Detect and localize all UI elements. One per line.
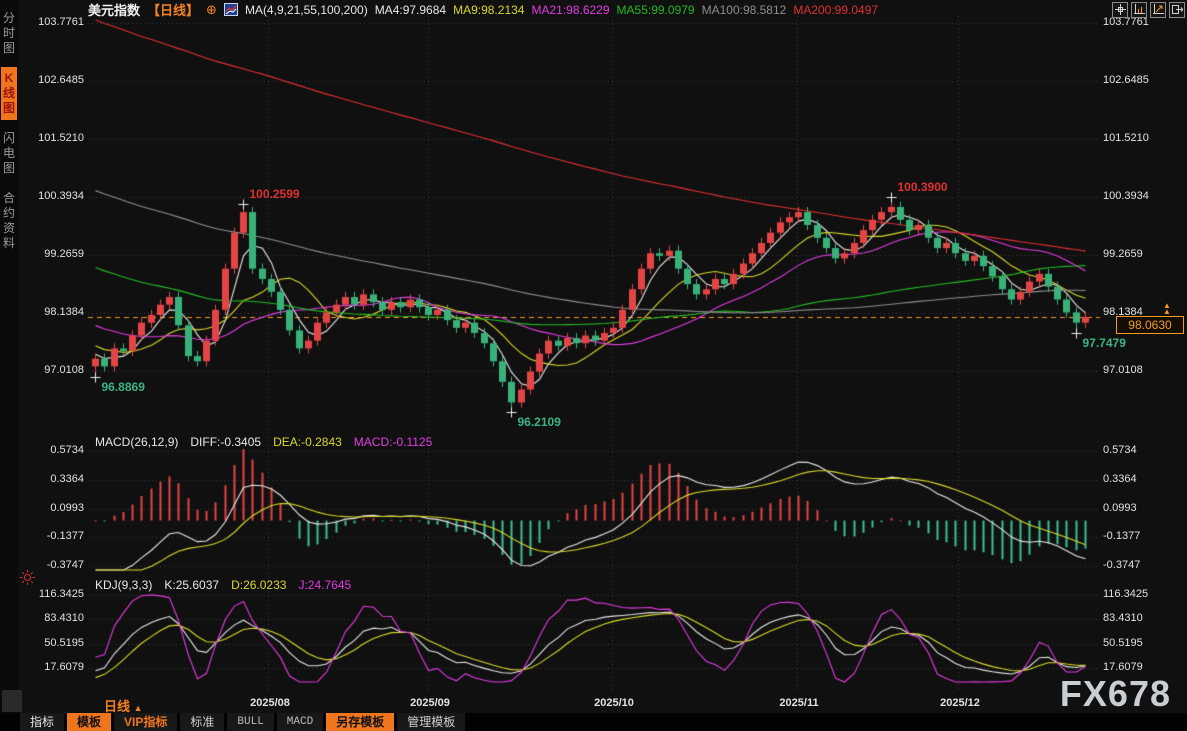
axis-tick-right: 50.5195 (1103, 636, 1143, 649)
last-price-tag: 98.0630 (1116, 316, 1184, 334)
tab-standard[interactable]: 标准 (180, 713, 225, 731)
ma9-value: MA9:98.2134 (453, 2, 525, 17)
tab-template[interactable]: 模板 (67, 713, 112, 731)
xaxis-date-label: 2025/08 (250, 697, 290, 709)
axis-tick-right: 100.3934 (1103, 190, 1149, 202)
ma21-value: MA21:98.6229 (531, 2, 610, 17)
sidebar-item-time-chart[interactable]: 分时图 (1, 7, 17, 60)
axis-tick-right: 0.5734 (1103, 444, 1137, 456)
axis-tick-right: 0.0993 (1103, 501, 1137, 514)
price-annotation: 96.2109 (517, 415, 561, 430)
bottom-tabbar: 指标 模板 VIP指标 标准 BULL MACD 另存模板 管理模板 (0, 713, 1187, 731)
left-sidebar: 分时图 K线图 闪电图 合约资料 (0, 0, 18, 731)
ma100-value: MA100:98.5812 (701, 2, 787, 17)
chart-canvas[interactable] (0, 0, 1187, 731)
axis-tick-left: 103.7761 (38, 16, 84, 28)
symbol-title: 美元指数 (88, 3, 141, 18)
toolbar (1112, 1, 1185, 18)
axis-tick-right: 83.4310 (1103, 612, 1143, 625)
axis-tick-left: 50.5195 (44, 636, 84, 649)
axis-tick-left: -0.1377 (46, 530, 84, 543)
axis-tick-left: 0.5734 (50, 444, 84, 456)
period-badge[interactable]: 【日线】 (147, 0, 199, 19)
axis-tick-left: 83.4310 (44, 612, 84, 625)
price-annotation: 96.8869 (101, 380, 145, 395)
ma-settings-label: MA(4,9,21,55,100,200) (244, 2, 368, 17)
axis-tick-left: 97.0108 (44, 364, 84, 376)
macd-dea-value: DEA:-0.2843 (273, 435, 342, 449)
xaxis-date-label: 2025/12 (940, 697, 980, 709)
tab-save-template[interactable]: 另存模板 (326, 713, 395, 731)
chart-header: 美元指数 【日线】 ⊕ MA(4,9,21,55,100,200) MA4:97… (88, 0, 1185, 19)
xaxis-date-label: 2025/11 (779, 697, 819, 709)
macd-header: MACD(26,12,9) DIFF:-0.3405 DEA:-0.2843 M… (95, 435, 432, 449)
price-annotation: 100.3900 (897, 180, 948, 195)
kdj-header: KDJ(9,3,3) K:25.6037 D:26.0233 J:24.7645 (95, 578, 351, 592)
crosshair-icon[interactable] (1112, 1, 1128, 18)
alert-icon[interactable] (20, 570, 35, 590)
macd-diff-value: DIFF:-0.3405 (190, 435, 262, 449)
axis-tick-right: -0.1377 (1103, 530, 1141, 543)
axis-tick-left: 101.5210 (38, 132, 84, 144)
axis-tick-right: 97.0108 (1103, 364, 1143, 376)
chart-application: 分时图 K线图 闪电图 合约资料 美元指数 【日线】 ⊕ MA(4,9,21,5… (0, 0, 1187, 731)
corner-button[interactable] (2, 690, 22, 712)
axis-tick-right: 99.2659 (1103, 248, 1143, 260)
axis-shift-icon[interactable] (1150, 1, 1166, 18)
tab-manage-template[interactable]: 管理模板 (397, 713, 466, 731)
axis-tick-left: 100.3934 (38, 190, 84, 202)
axis-tick-left: 99.2659 (44, 248, 84, 260)
mini-chart-icon[interactable] (223, 3, 238, 16)
xaxis-date-label: 2025/09 (410, 697, 450, 709)
tab-indicator[interactable]: 指标 (20, 713, 65, 731)
axis-tick-left: 102.6485 (38, 74, 84, 86)
axis-tick-right: 0.3364 (1103, 472, 1137, 485)
macd-name: MACD(26,12,9) (95, 435, 179, 449)
exit-right-icon[interactable] (1169, 1, 1185, 18)
tab-vip-indicator[interactable]: VIP指标 (114, 713, 178, 731)
macd-macd-value: MACD:-0.1125 (353, 435, 433, 449)
watermark: FX678 (1059, 673, 1171, 714)
tab-bull[interactable]: BULL (227, 713, 274, 731)
axis-tick-left: 0.3364 (50, 472, 84, 485)
kdj-name: KDJ(9,3,3) (95, 578, 153, 592)
add-overlay-icon[interactable]: ⊕ (206, 3, 217, 16)
ma55-value: MA55:99.0979 (616, 2, 695, 17)
price-annotation: 100.2599 (249, 186, 300, 201)
price-annotation: 97.7479 (1082, 336, 1126, 351)
dropdown-arrow-icon: ▲ (133, 703, 143, 713)
xaxis-date-label: 2025/10 (594, 697, 634, 709)
price-axis-arrow-icon[interactable]: ▲ ▲ (1163, 302, 1171, 316)
kdj-k-value: K:25.6037 (164, 578, 220, 592)
sidebar-item-contract-info[interactable]: 合约资料 (1, 187, 17, 255)
kdj-j-value: J:24.7645 (298, 578, 352, 592)
kdj-d-value: D:26.0233 (231, 578, 287, 592)
axis-tick-left: 0.0993 (50, 501, 84, 514)
axis-tick-right: -0.3747 (1103, 559, 1141, 571)
tab-macd[interactable]: MACD (276, 713, 324, 731)
ma4-value: MA4:97.9684 (374, 2, 447, 17)
sidebar-item-kline-chart[interactable]: K线图 (1, 67, 17, 120)
axis-tick-left: 98.1384 (44, 305, 84, 318)
axis-tick-right: 17.6079 (1103, 661, 1143, 673)
axis-tick-right: 101.5210 (1103, 132, 1149, 144)
sidebar-item-lightning-chart[interactable]: 闪电图 (1, 127, 17, 180)
axis-tick-left: 17.6079 (44, 661, 84, 673)
axis-tick-right: 116.3425 (1103, 588, 1149, 600)
ma200-value: MA200:99.0497 (793, 2, 879, 17)
axis-scale-icon[interactable] (1131, 1, 1147, 18)
axis-tick-right: 102.6485 (1103, 74, 1149, 86)
